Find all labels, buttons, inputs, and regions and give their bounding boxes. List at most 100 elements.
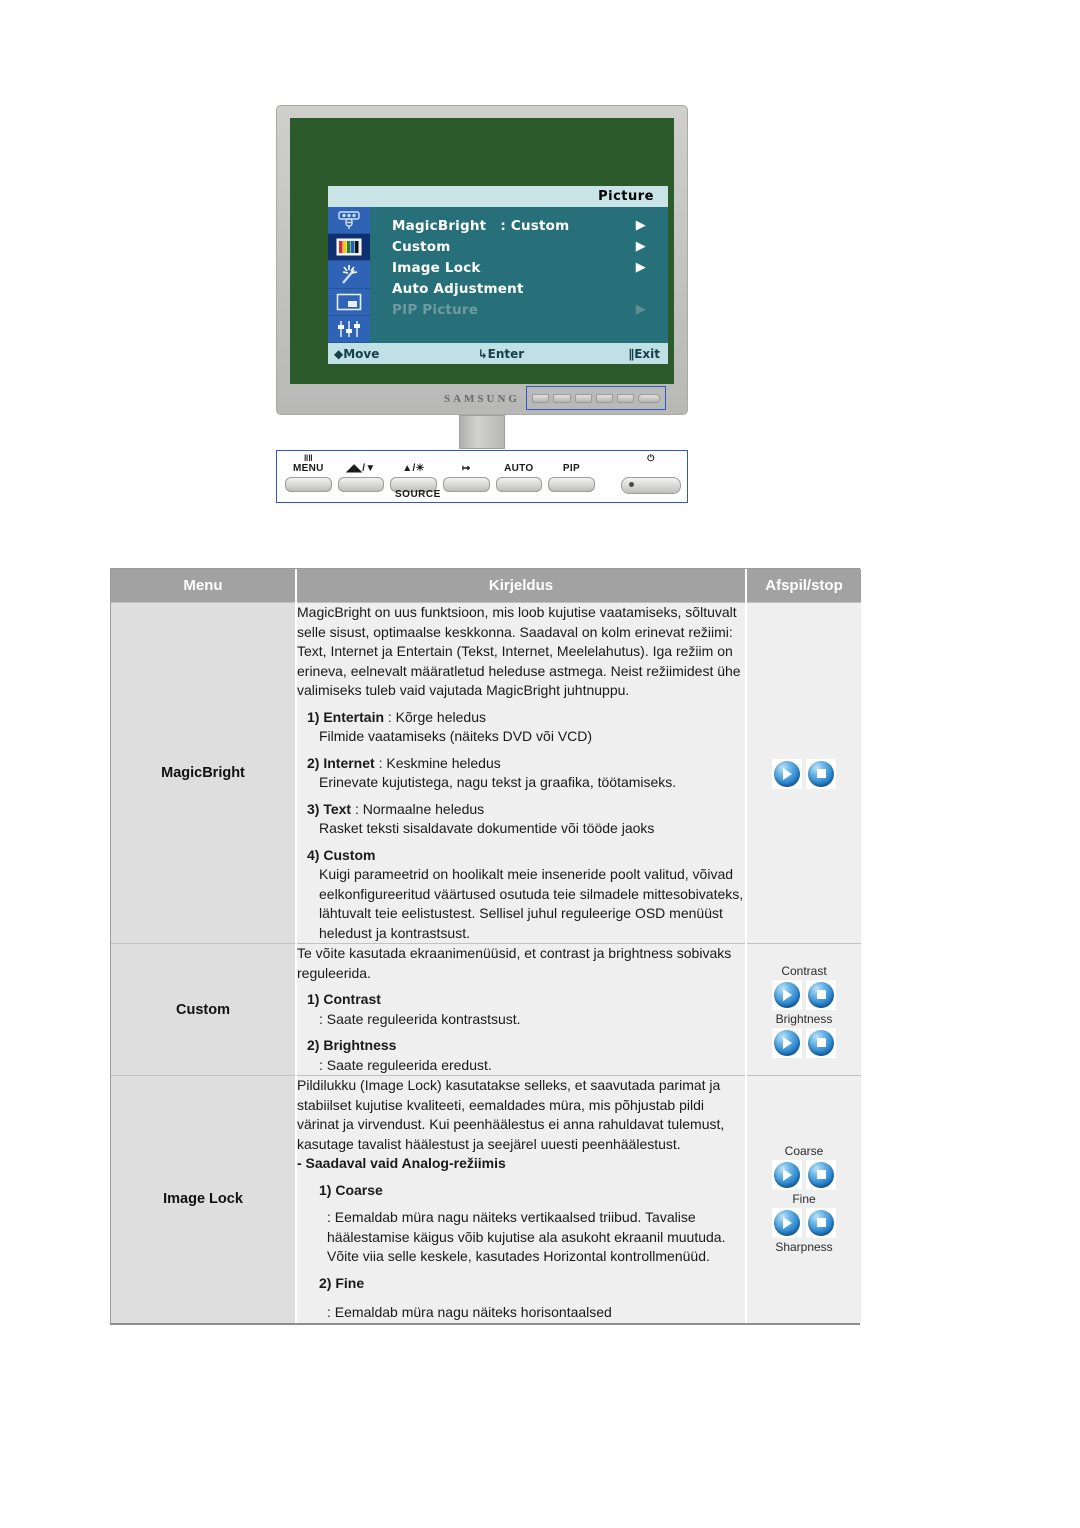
chevron-right-icon: ▶ [635,260,646,275]
power-led [628,482,634,487]
play-icon[interactable] [772,979,802,1010]
osd-move-hint: ◆Move [334,346,380,361]
button-pad[interactable] [442,477,490,492]
table-header-row: Menu Kirjeldus Afspil/stop [111,569,861,603]
up-brightness-button[interactable]: ▲/☀ [390,453,437,494]
up-button-label: ▲/☀ [402,463,425,474]
playstop-custom: Contrast Brightness [746,943,861,1076]
osd-pip-icon[interactable] [328,288,370,316]
item-head: 4) Custom [307,846,376,863]
down-button-label: ◢◣/▼ [346,463,376,474]
osd-item-label: Image Lock [392,259,481,276]
osd-magic-icon[interactable] [328,261,370,289]
column-header-menu: Menu [111,569,297,603]
osd-footer: ◆Move ↳Enter ∥Exit [328,343,668,364]
table-row: MagicBright MagicBright on uus funktsioo… [111,602,861,944]
item-sub: : Eemaldab müra nagu näiteks horisontaal… [327,1304,612,1320]
description-custom: Te võite kasutada ekraanimenüüsid, et co… [296,943,747,1076]
osd-enter-hint: ↳Enter [477,346,525,361]
menu-label-custom: Custom [111,943,297,1076]
column-header-description: Kirjeldus [296,569,747,603]
bezel-button[interactable] [553,393,571,403]
button-pad[interactable] [285,477,332,492]
enter-source-button[interactable]: ↦ [442,453,490,494]
osd-item-magicbright[interactable]: MagicBright : Custom ▶ [392,215,668,236]
pip-button[interactable]: PIP [548,453,595,494]
play-icon[interactable] [772,759,802,789]
menu-button-label: MENU [292,463,324,474]
osd-icon-sidebar [328,207,370,344]
stop-icon[interactable] [806,1160,836,1191]
source-label: SOURCE [395,489,441,500]
play-icon[interactable] [772,1208,802,1239]
item-sub: Rasket teksti sisaldavate dokumentide võ… [319,820,655,836]
power-button-pad[interactable] [620,477,681,494]
power-button[interactable]: ⏻ [620,453,681,494]
button-group: Coarse Fine Sharpness [747,1144,861,1255]
osd-setup-icon[interactable] [328,315,370,344]
menu-glyph-icon: ‖‖ [303,453,313,463]
description-item: 1) Coarse : Eemaldab müra nagu näiteks v… [297,1181,745,1267]
osd-item-custom[interactable]: Custom ▶ [392,236,668,257]
bezel-button[interactable] [532,393,550,403]
table-row: Custom Te võite kasutada ekraanimenüüsid… [111,943,861,1076]
osd-item-pip-picture[interactable]: PIP Picture ▶ [392,299,668,320]
description-note: - Saadaval vaid Analog-režiimis [297,1155,506,1171]
osd-title: Picture [328,186,668,207]
osd-picture-icon[interactable] [328,234,370,262]
power-spacer [621,463,681,475]
stop-icon[interactable] [806,1027,836,1058]
monitor-stand [459,415,505,449]
button-caption: Brightness [775,1011,833,1026]
osd-item-auto-adjustment[interactable]: Auto Adjustment [392,278,668,299]
item-sub: : Saate reguleerida kontrastsust. [319,1010,521,1027]
osd-item-label: MagicBright [392,217,487,234]
play-icon[interactable] [772,1027,802,1058]
description-item: 1) Entertain : Kõrge heledus Filmide vaa… [297,708,745,747]
stop-icon[interactable] [806,759,836,789]
item-sub: : Saate reguleerida eredust. [319,1056,492,1073]
button-pad[interactable] [495,477,543,492]
down-glyph-icon [338,453,385,463]
description-item: 4) Custom Kuigi parameetrid on hoolikalt… [297,846,745,944]
play-stop-pair [747,1160,861,1191]
up-glyph-icon [390,453,437,463]
play-stop-pair [747,1027,861,1058]
bezel-power-button[interactable] [638,393,660,403]
menu-button[interactable]: ‖‖ MENU [285,453,332,494]
osd-input-icon[interactable] [328,207,370,235]
auto-glyph-icon [496,453,543,463]
osd-function-table: Menu Kirjeldus Afspil/stop MagicBright M… [110,568,861,1325]
stop-icon[interactable] [806,1208,836,1239]
menu-label-image-lock: Image Lock [111,1075,297,1323]
button-pad[interactable] [548,477,595,492]
description-item: 2) Brightness : Saate reguleerida eredus… [297,1036,745,1075]
auto-button[interactable]: AUTO [495,453,543,494]
play-icon[interactable] [772,1160,802,1191]
button-caption-sharpness: Sharpness [775,1240,833,1255]
stop-icon[interactable] [806,979,836,1010]
description-image-lock: Pildilukku (Image Lock) kasutatakse sell… [296,1075,747,1323]
table-row: Image Lock Pildilukku (Image Lock) kasut… [111,1075,861,1323]
button-group [747,759,861,789]
item-rest: : Normaalne heledus [351,800,485,817]
description-intro: Te võite kasutada ekraanimenüüsid, et co… [297,945,732,981]
bezel-button[interactable] [574,393,592,403]
osd-item-image-lock[interactable]: Image Lock ▶ [392,257,668,278]
down-button[interactable]: ◢◣/▼ [337,453,385,494]
bezel-button[interactable] [617,393,635,403]
button-pad[interactable] [337,477,385,492]
description-item: 2) Fine : Eemaldab müra nagu näiteks hor… [297,1274,745,1323]
description-item: 1) Contrast : Saate reguleerida kontrast… [297,990,745,1029]
item-rest: : Keskmine heledus [374,754,501,771]
chevron-right-icon: ▶ [635,302,646,317]
item-head: 2) Internet [307,754,375,771]
description-magicbright: MagicBright on uus funktsioon, mis loob … [296,602,747,944]
osd-item-label: Auto Adjustment [392,280,524,297]
bezel-button[interactable] [595,393,613,403]
item-head: 1) Coarse [319,1181,383,1198]
item-head: 3) Text [307,800,352,817]
pip-glyph-icon [548,453,595,463]
button-caption: Contrast [781,963,827,978]
play-stop-pair [747,759,861,789]
